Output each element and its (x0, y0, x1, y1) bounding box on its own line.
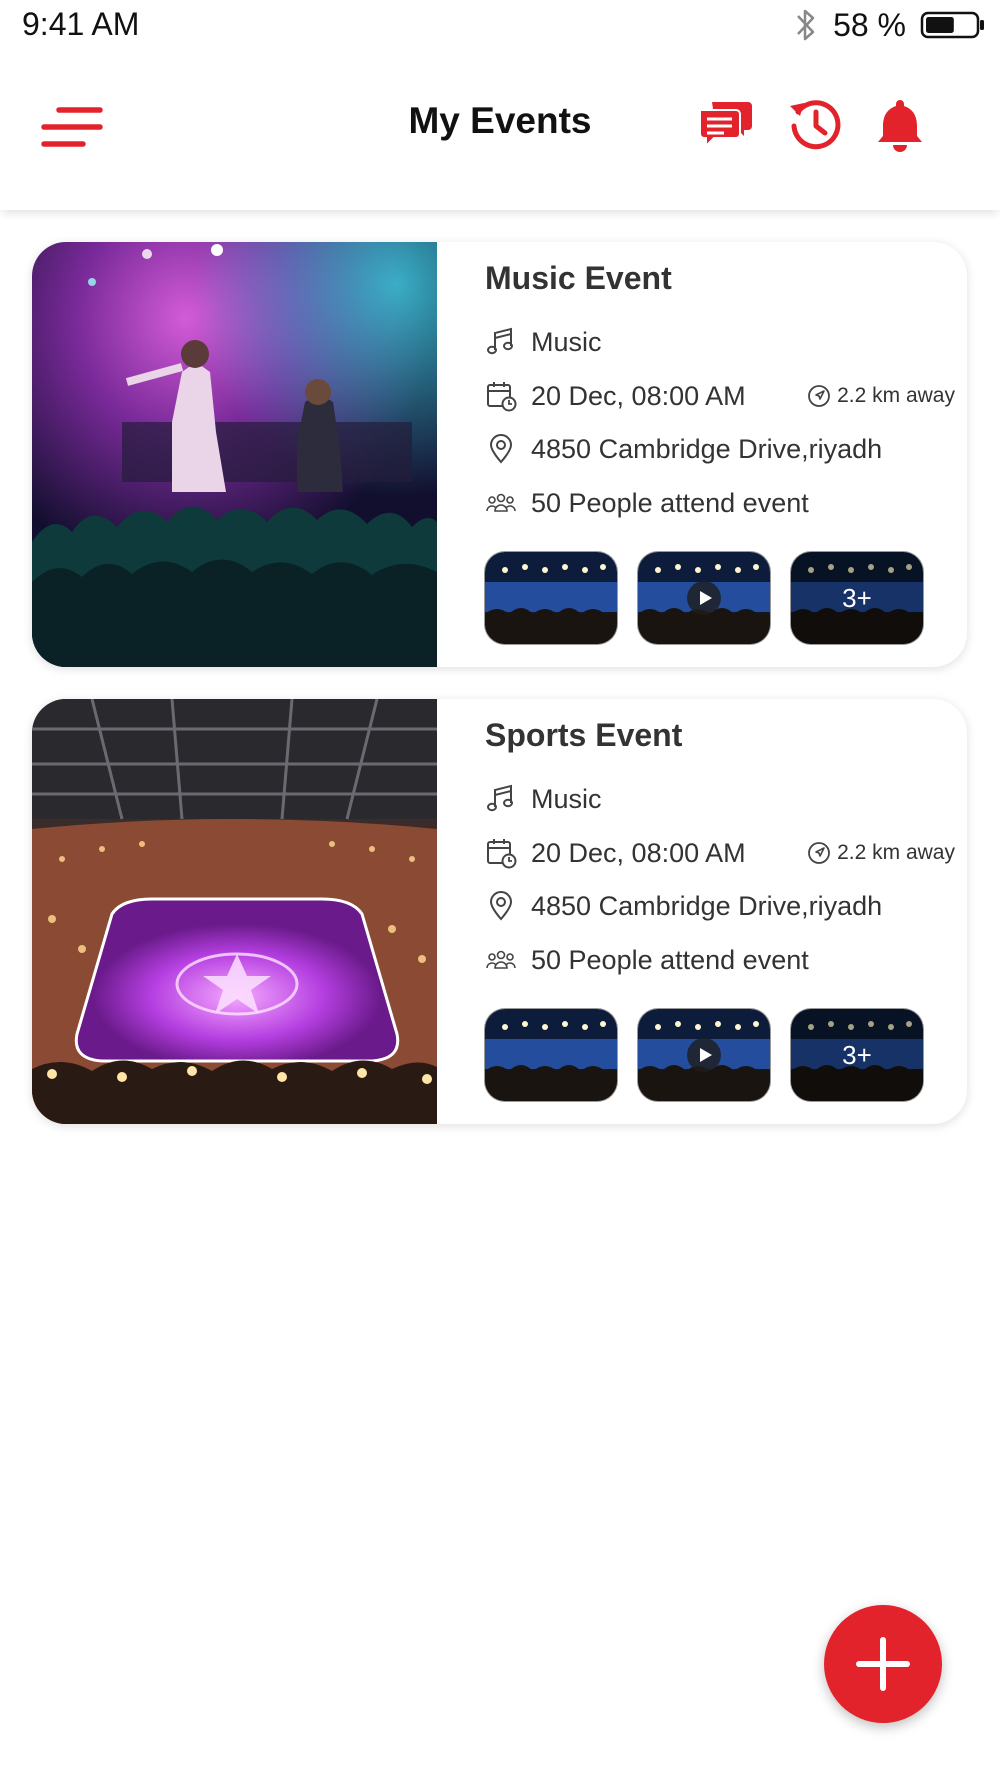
status-bar: 9:41 AM 58 % (0, 0, 1000, 52)
battery-icon (920, 11, 984, 39)
media-thumbnail[interactable] (485, 1009, 617, 1101)
more-count: 3+ (842, 1039, 872, 1070)
bluetooth-icon (797, 9, 815, 41)
more-media-thumbnail[interactable]: 3+ (791, 552, 923, 644)
location-pin-icon (489, 891, 513, 921)
navigation-icon (808, 385, 831, 407)
play-icon[interactable] (687, 581, 721, 615)
page-title: My Events (408, 100, 592, 141)
more-media-thumbnail[interactable]: 3+ (791, 1009, 923, 1101)
media-thumbnails: 3+ (485, 1009, 923, 1101)
event-attendees-row: 50 People attend event (485, 483, 809, 523)
event-title: Music Event (485, 260, 672, 296)
event-attendees: 50 People attend event (531, 944, 809, 975)
add-event-button[interactable] (824, 1605, 942, 1723)
event-title: Sports Event (485, 717, 683, 753)
event-address: 4850 Cambridge Drive,riyadh (531, 433, 883, 464)
calendar-clock-icon (487, 839, 517, 869)
play-icon[interactable] (687, 1038, 721, 1072)
battery-percent: 58 % (833, 6, 906, 43)
event-datetime: 20 Dec, 08:00 AM (531, 380, 746, 411)
event-attendees-row: 50 People attend event (485, 940, 809, 980)
calendar-clock-icon (487, 382, 517, 412)
status-time: 9:41 AM (22, 6, 140, 42)
more-count: 3+ (842, 582, 872, 613)
event-details: Music Event Music 20 Dec, 08:00 AM 2.2 k… (485, 242, 955, 667)
concert-stage-photo (32, 242, 437, 667)
event-category: Music (531, 783, 602, 814)
event-category-row: Music (485, 322, 602, 362)
plus-icon (856, 1637, 910, 1691)
event-distance-text: 2.2 km away (837, 384, 955, 407)
event-date-row: 20 Dec, 08:00 AM 2.2 km away (485, 376, 955, 416)
event-details: Sports Event Music 20 Dec, 08:00 AM 2.2 … (485, 699, 955, 1124)
history-icon[interactable] (788, 96, 844, 152)
event-date-row: 20 Dec, 08:00 AM 2.2 km away (485, 833, 955, 873)
navigation-icon (808, 842, 831, 864)
event-category: Music (531, 326, 602, 357)
event-distance: 2.2 km away (807, 833, 955, 873)
event-address-row: 4850 Cambridge Drive,riyadh (485, 886, 882, 926)
people-group-icon (486, 493, 516, 512)
event-category-row: Music (485, 779, 602, 819)
location-pin-icon (489, 434, 513, 464)
arena-photo (32, 699, 437, 1124)
event-address: 4850 Cambridge Drive,riyadh (531, 890, 883, 921)
media-thumbnail[interactable] (485, 552, 617, 644)
music-note-icon (487, 784, 513, 812)
event-card[interactable]: Music Event Music 20 Dec, 08:00 AM 2.2 k… (32, 242, 967, 667)
status-indicators: 58 % (793, 6, 986, 44)
app-header: My Events (0, 52, 1000, 210)
video-thumbnail[interactable] (638, 552, 770, 644)
media-thumbnails: 3+ (485, 552, 923, 644)
video-thumbnail[interactable] (638, 1009, 770, 1101)
bell-icon[interactable] (872, 96, 928, 152)
music-note-icon (487, 327, 513, 355)
event-address-row: 4850 Cambridge Drive,riyadh (485, 429, 882, 469)
people-group-icon (486, 950, 516, 969)
chat-icon[interactable] (698, 96, 754, 152)
event-card[interactable]: Sports Event Music 20 Dec, 08:00 AM 2.2 … (32, 699, 967, 1124)
event-distance: 2.2 km away (807, 376, 955, 416)
event-datetime: 20 Dec, 08:00 AM (531, 837, 746, 868)
event-distance-text: 2.2 km away (837, 841, 955, 864)
event-attendees: 50 People attend event (531, 487, 809, 518)
